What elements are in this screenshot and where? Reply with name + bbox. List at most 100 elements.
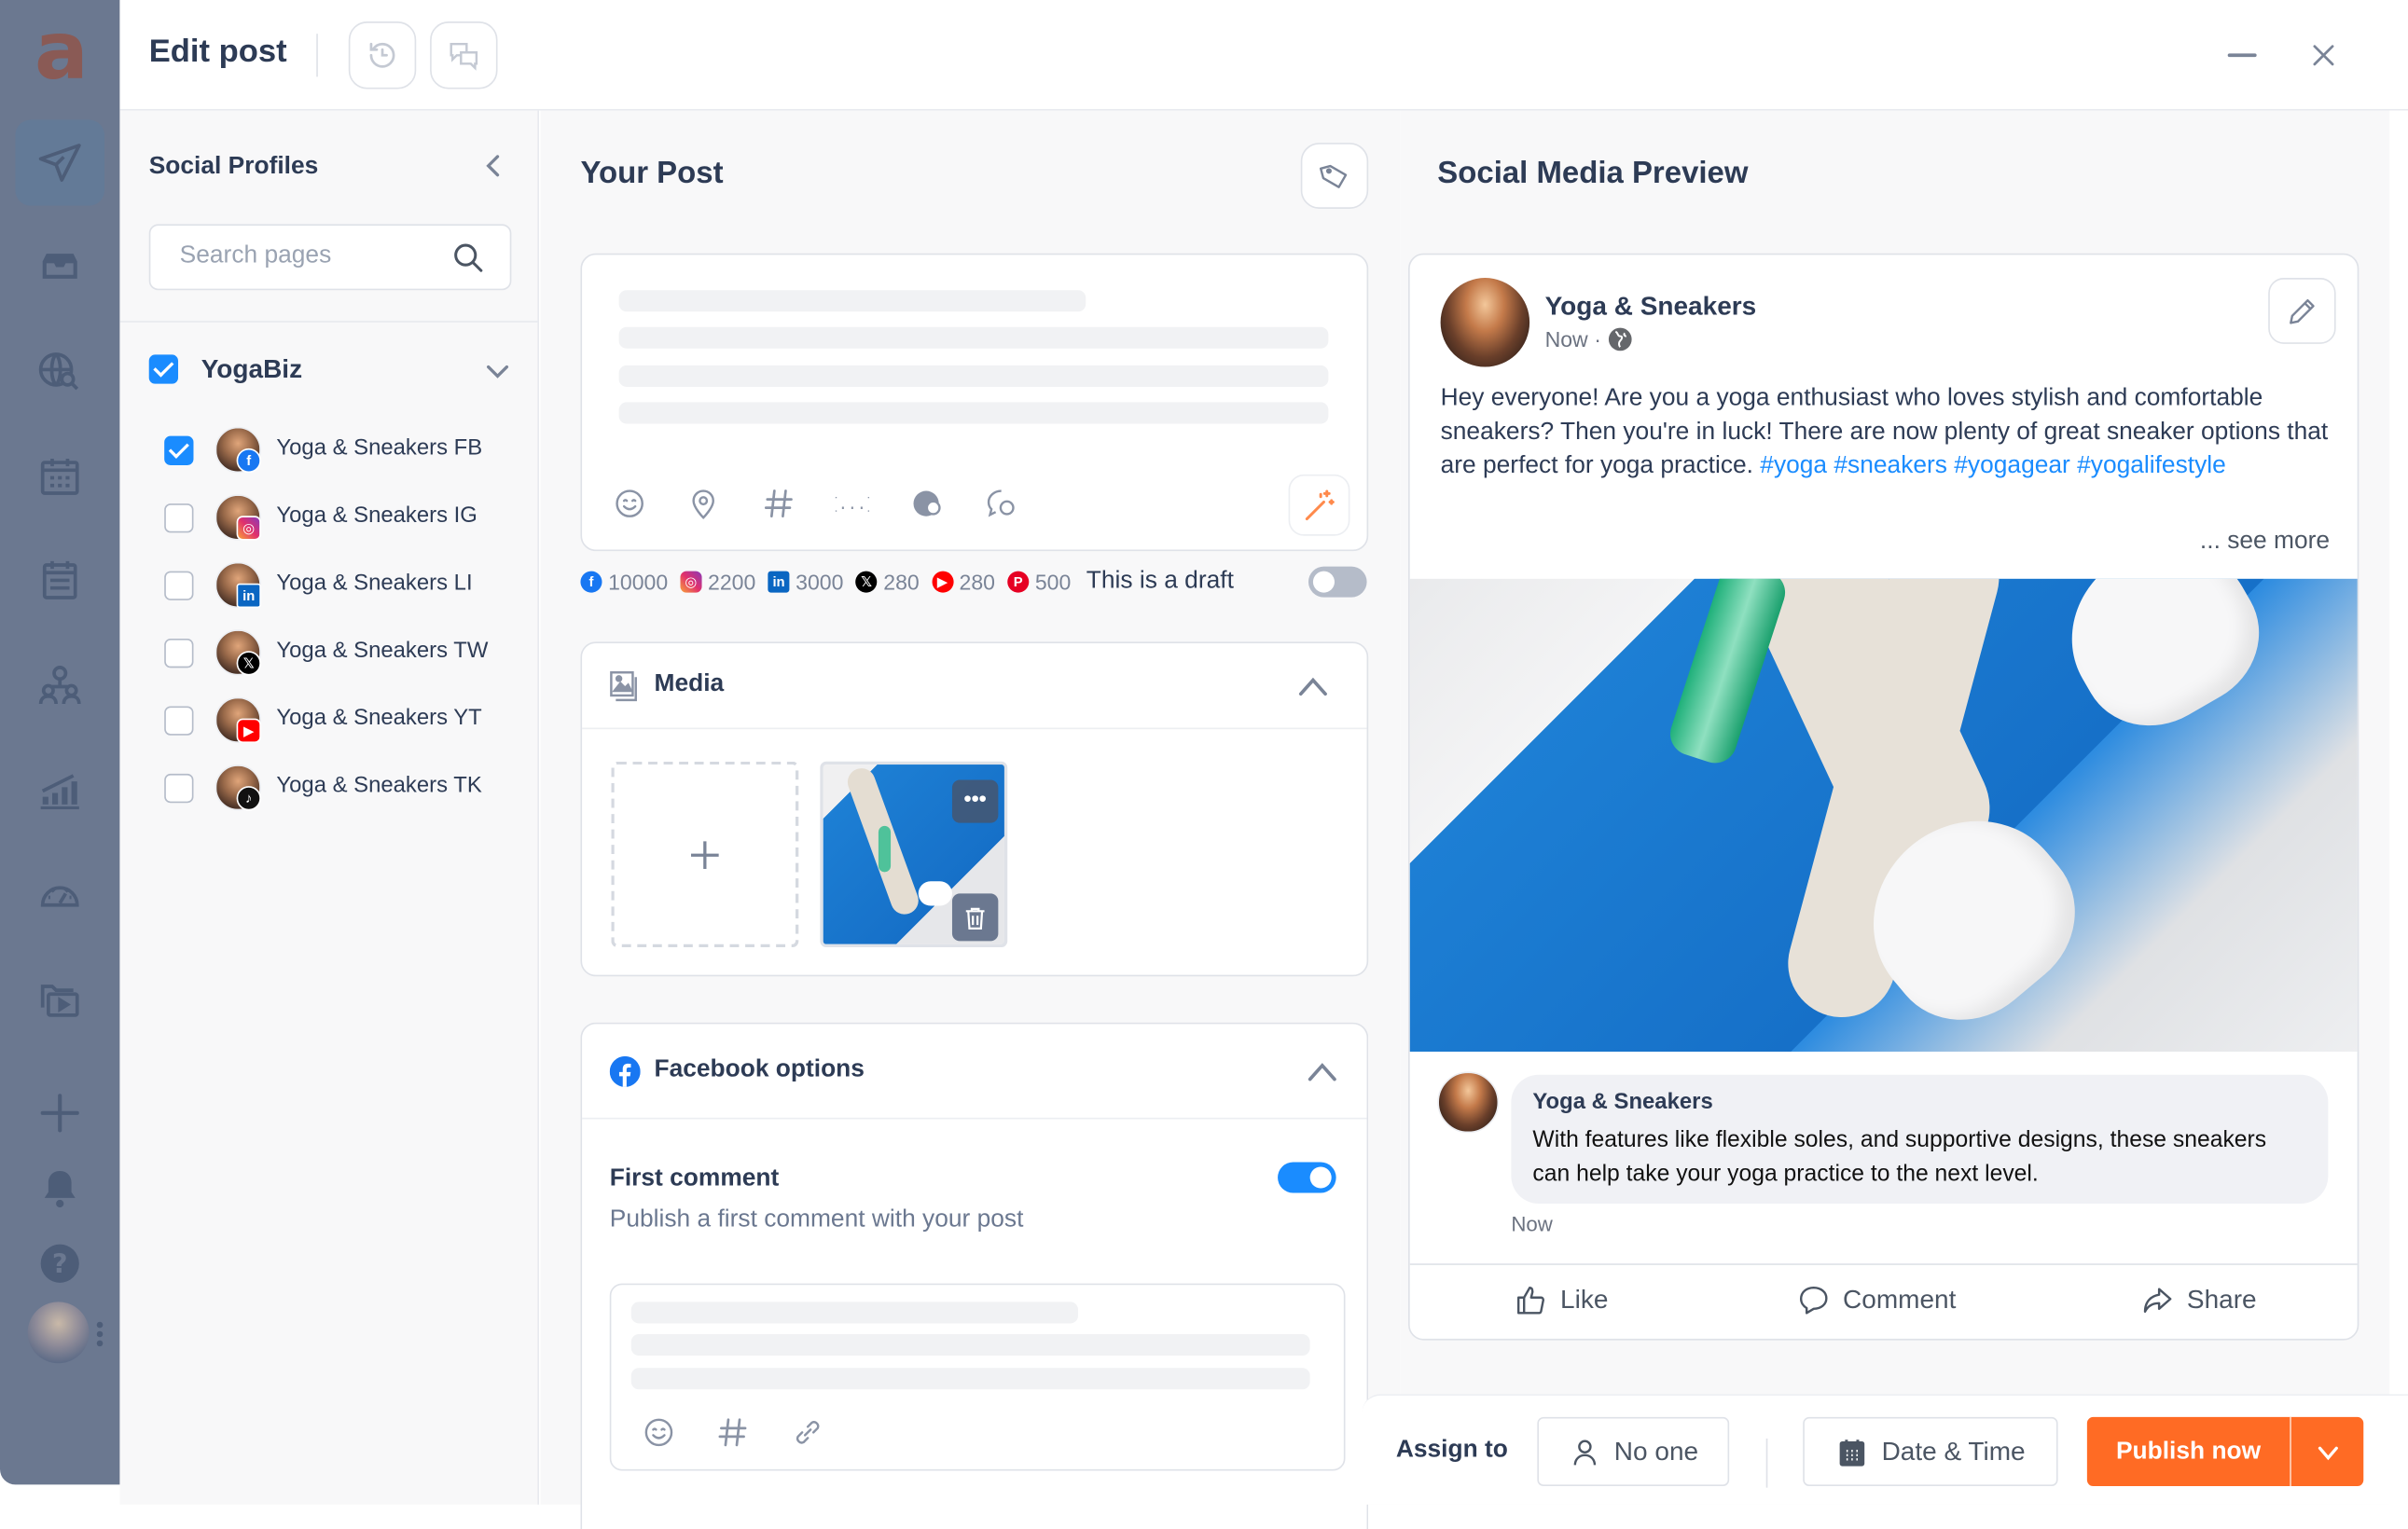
chevron-up-icon[interactable] xyxy=(1296,672,1330,700)
profile-item[interactable]: ♪ Yoga & Sneakers TK xyxy=(119,758,539,820)
tag-button[interactable] xyxy=(1300,143,1369,209)
rail-create[interactable] xyxy=(15,1070,104,1156)
counter-instagram: ◎ 2200 xyxy=(680,570,755,594)
history-button[interactable] xyxy=(348,21,417,90)
profile-checkbox[interactable] xyxy=(164,706,194,736)
rail-dashboard[interactable] xyxy=(15,850,104,936)
profile-checkbox[interactable] xyxy=(164,639,194,668)
media-delete-button[interactable] xyxy=(951,893,999,942)
loading-line xyxy=(630,1302,1078,1324)
app-rail: a ? xyxy=(0,0,120,1485)
more-vertical-icon[interactable] xyxy=(95,1320,104,1348)
facebook-options-section: Facebook options First comment Publish a… xyxy=(580,1022,1369,1529)
scrollbar-track[interactable] xyxy=(2389,110,2408,1505)
group-expand-button[interactable] xyxy=(482,356,513,387)
publish-options-button[interactable] xyxy=(2291,1417,2363,1486)
link-icon[interactable] xyxy=(791,1415,824,1449)
location-icon[interactable] xyxy=(686,487,720,520)
facebook-options-header[interactable]: Facebook options xyxy=(582,1024,1367,1120)
edit-post-window: a ? Edit post Social Profiles Search pag… xyxy=(0,0,2408,1529)
comment-button[interactable]: Comment xyxy=(1797,1284,1956,1317)
facebook-preview-card: Yoga & Sneakers Now · Hey everyone! Are … xyxy=(1408,253,2360,1341)
media-section: Media ••• xyxy=(580,641,1369,977)
comment-text: With features like flexible soles, and s… xyxy=(1532,1126,2267,1187)
youtube-icon: ▶ xyxy=(931,571,953,593)
rail-listening[interactable] xyxy=(15,328,104,414)
counter-pinterest: P 500 xyxy=(1007,570,1071,594)
variables-icon[interactable]: {...} xyxy=(836,487,869,520)
page-title: Edit post xyxy=(148,34,287,70)
profile-checkbox[interactable] xyxy=(164,503,194,533)
publish-now-button[interactable]: Publish now xyxy=(2087,1417,2290,1486)
assign-button[interactable]: No one xyxy=(1537,1416,1730,1487)
rail-inbox[interactable] xyxy=(15,224,104,310)
profile-checkbox[interactable] xyxy=(164,773,194,804)
ai-assist-button[interactable] xyxy=(1288,474,1350,536)
like-button[interactable]: Like xyxy=(1515,1284,1608,1317)
facebook-icon xyxy=(609,1055,641,1087)
share-button[interactable]: Share xyxy=(2140,1284,2257,1317)
hashtag-icon[interactable] xyxy=(762,487,796,520)
media-header[interactable]: Media xyxy=(582,643,1367,730)
emoji-icon[interactable] xyxy=(642,1415,675,1449)
globe-target-icon[interactable] xyxy=(910,487,944,520)
profile-item[interactable]: ▶ Yoga & Sneakers YT xyxy=(119,691,539,752)
post-editor[interactable]: {...} xyxy=(580,253,1369,552)
hashtag-icon[interactable] xyxy=(715,1415,749,1449)
profile-item[interactable]: ◎ Yoga & Sneakers IG xyxy=(119,489,539,550)
section-title: Your Post xyxy=(580,156,724,191)
minimize-icon xyxy=(2227,53,2257,58)
trash-icon xyxy=(965,906,985,930)
profile-item[interactable]: in Yoga & Sneakers LI xyxy=(119,556,539,617)
chat-target-icon[interactable] xyxy=(985,487,1018,520)
chevron-up-icon[interactable] xyxy=(1306,1058,1339,1086)
comments-icon xyxy=(450,42,478,71)
add-media-button[interactable] xyxy=(611,761,799,948)
rail-team[interactable] xyxy=(15,641,104,727)
emoji-icon[interactable] xyxy=(613,487,646,520)
search-input[interactable] xyxy=(176,241,438,272)
rail-media-library[interactable] xyxy=(15,955,104,1040)
media-more-button[interactable]: ••• xyxy=(951,779,999,823)
character-limits: f 10000 ◎ 2200 in 3000 𝕏 280 ▶ 280 P 500 This … xyxy=(580,567,1234,598)
profile-name: Yoga & Sneakers IG xyxy=(276,503,477,529)
group-checkbox[interactable] xyxy=(148,354,179,384)
app-logo[interactable]: a xyxy=(31,12,92,92)
comment-author: Yoga & Sneakers xyxy=(1532,1090,1713,1115)
counter-linkedin: in 3000 xyxy=(768,570,843,594)
post-meta: Now · xyxy=(1545,327,1632,351)
profile-item[interactable]: f Yoga & Sneakers FB xyxy=(119,420,539,482)
rail-publish[interactable] xyxy=(15,119,104,206)
rail-help[interactable]: ? xyxy=(15,1220,104,1306)
plus-icon xyxy=(691,840,719,869)
media-thumbnail[interactable]: ••• xyxy=(820,761,1008,948)
toggle-knob xyxy=(1312,571,1335,593)
comments-button[interactable] xyxy=(430,21,498,90)
profile-item[interactable]: 𝕏 Yoga & Sneakers TW xyxy=(119,624,539,685)
minimize-button[interactable] xyxy=(2223,37,2261,75)
first-comment-editor[interactable] xyxy=(609,1283,1346,1471)
collapse-panel-button[interactable] xyxy=(479,150,510,181)
rail-calendar[interactable] xyxy=(15,433,104,518)
close-button[interactable] xyxy=(2305,37,2343,75)
first-comment-toggle[interactable] xyxy=(1278,1162,1336,1193)
search-icon[interactable] xyxy=(451,241,485,275)
edit-preview-button[interactable] xyxy=(2268,278,2336,344)
loading-line xyxy=(618,290,1086,312)
magic-wand-icon xyxy=(1305,489,1335,521)
date-time-button[interactable]: Date & Time xyxy=(1803,1416,2058,1487)
rail-analytics[interactable] xyxy=(15,746,104,832)
page-name: Yoga & Sneakers xyxy=(1544,291,1757,322)
thumbs-up-icon xyxy=(1516,1286,1544,1315)
profile-checkbox[interactable] xyxy=(164,435,194,465)
rail-content-calendar[interactable] xyxy=(15,537,104,623)
image-icon xyxy=(610,671,637,702)
post-image xyxy=(1409,578,2358,1052)
social-profiles-panel: Social Profiles YogaBiz f Yoga & Sneaker… xyxy=(119,110,539,1505)
post-hashtags[interactable]: #yoga #sneakers #yogagear #yogalifestyle xyxy=(1760,453,2225,479)
user-avatar[interactable] xyxy=(27,1302,90,1364)
rail-notifications[interactable] xyxy=(15,1145,104,1231)
see-more-link[interactable]: ... see more xyxy=(2200,528,2330,556)
draft-toggle[interactable] xyxy=(1308,566,1367,598)
profile-checkbox[interactable] xyxy=(164,571,194,600)
